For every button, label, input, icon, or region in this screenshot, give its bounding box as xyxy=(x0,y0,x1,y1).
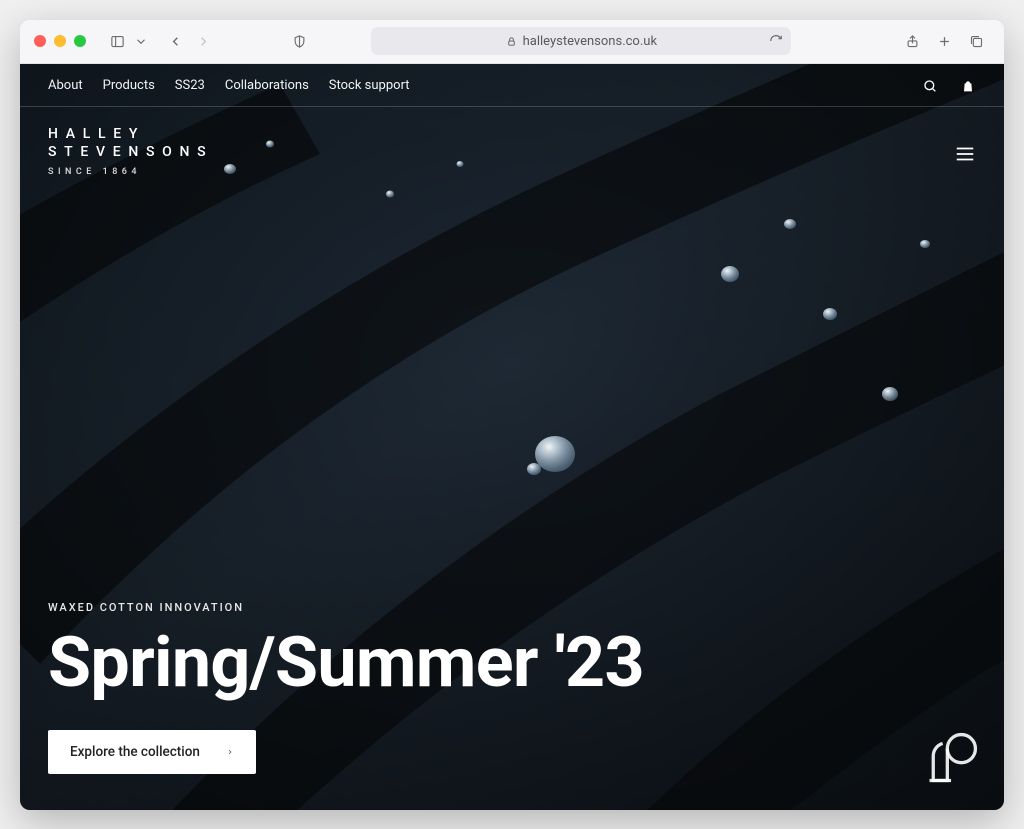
cta-label: Explore the collection xyxy=(70,744,200,760)
nav-link-stock-support[interactable]: Stock support xyxy=(329,78,410,93)
nav-link-collaborations[interactable]: Collaborations xyxy=(225,78,309,93)
address-bar[interactable]: halleystevensons.co.uk xyxy=(371,27,791,55)
page-content: About Products SS23 Collaborations Stock… xyxy=(20,64,1004,810)
window-controls xyxy=(34,35,86,47)
new-tab-button[interactable] xyxy=(932,28,958,54)
nav-link-about[interactable]: About xyxy=(48,78,83,93)
brand-monogram-icon xyxy=(922,728,982,788)
browser-window: halleystevensons.co.uk xyxy=(20,20,1004,810)
privacy-shield-icon[interactable] xyxy=(286,28,312,54)
maximize-window-button[interactable] xyxy=(74,35,86,47)
bag-icon[interactable] xyxy=(960,78,976,94)
share-button[interactable] xyxy=(900,28,926,54)
lock-icon xyxy=(506,36,517,47)
minimize-window-button[interactable] xyxy=(54,35,66,47)
tabs-overview-button[interactable] xyxy=(964,28,990,54)
reload-button[interactable] xyxy=(769,34,783,48)
browser-toolbar: halleystevensons.co.uk xyxy=(20,20,1004,64)
primary-nav: About Products SS23 Collaborations Stock… xyxy=(48,78,410,93)
burger-menu-icon[interactable] xyxy=(954,143,976,159)
url-text: halleystevensons.co.uk xyxy=(523,34,657,49)
nav-link-products[interactable]: Products xyxy=(103,78,155,93)
brand-since: SINCE 1864 xyxy=(48,166,213,178)
brand-line1: HALLEY xyxy=(48,126,145,142)
explore-collection-button[interactable]: Explore the collection xyxy=(48,730,256,774)
brand-logo[interactable]: HALLEY STEVENSONS SINCE 1864 xyxy=(48,125,213,179)
sidebar-toggle-button[interactable] xyxy=(104,28,130,54)
hero-tagline: WAXED COTTON INNOVATION xyxy=(48,601,976,614)
forward-button[interactable] xyxy=(190,28,216,54)
search-icon[interactable] xyxy=(922,78,938,94)
hero-headline: Spring/Summer '23 xyxy=(48,628,976,699)
toolbar-chevron-down-icon[interactable] xyxy=(134,28,148,54)
close-window-button[interactable] xyxy=(34,35,46,47)
brand-line2: STEVENSONS xyxy=(48,143,213,162)
nav-link-ss23[interactable]: SS23 xyxy=(175,78,205,93)
back-button[interactable] xyxy=(162,28,188,54)
chevron-right-icon xyxy=(226,746,234,758)
site-top-bar: About Products SS23 Collaborations Stock… xyxy=(20,64,1004,107)
